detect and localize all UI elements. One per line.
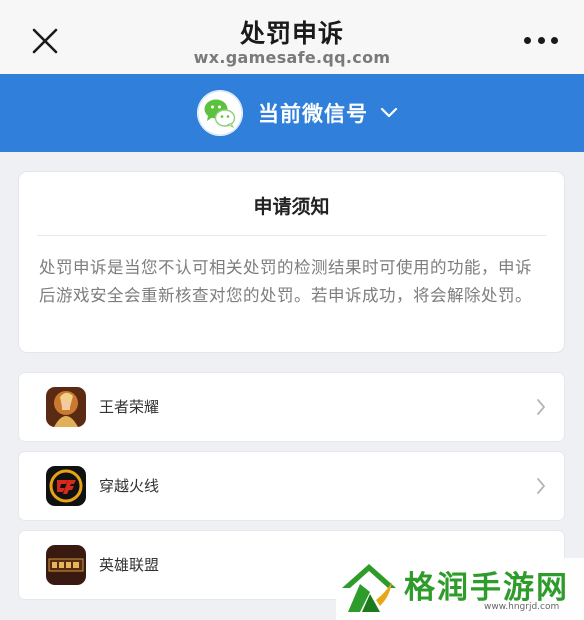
watermark-logo-icon [342, 564, 396, 612]
watermark-text: 格润手游网 [404, 570, 569, 606]
page-url: wx.gamesafe.qq.com [193, 48, 391, 67]
more-dot-icon [524, 36, 531, 44]
more-dot-icon [537, 36, 545, 44]
divider [37, 235, 546, 236]
league-of-legends-icon [46, 545, 86, 585]
wechat-icon [197, 90, 243, 136]
top-nav-bar: 处罚申诉 wx.gamesafe.qq.com [0, 0, 584, 74]
watermark: 格润手游网 www.hngrjd.com [336, 558, 584, 620]
account-label: 当前微信号 [258, 102, 368, 126]
game-name: 英雄联盟 [99, 556, 160, 574]
game-item-honor-of-kings[interactable]: 王者荣耀 [19, 373, 564, 441]
notice-body: 处罚申诉是当您不认可相关处罚的检测结果时可使用的功能，申诉后游戏安全会重新核查对… [39, 258, 532, 305]
account-selector[interactable]: 当前微信号 [197, 88, 398, 138]
chevron-down-icon [380, 107, 398, 118]
chevron-right-icon [537, 399, 545, 415]
watermark-url: www.hngrjd.com [484, 602, 560, 612]
notice-title: 申请须知 [253, 196, 330, 218]
notice-card: 申请须知 处罚申诉是当您不认可相关处罚的检测结果时可使用的功能，申诉后游戏安全会… [19, 172, 564, 352]
game-name: 王者荣耀 [99, 398, 160, 416]
game-name: 穿越火线 [99, 477, 160, 495]
account-selector-bar: 当前微信号 [0, 74, 584, 152]
game-item-crossfire[interactable]: 穿越火线 [19, 452, 564, 520]
chevron-right-icon [537, 478, 545, 494]
more-options-button[interactable] [524, 32, 558, 48]
honor-of-kings-icon [46, 387, 86, 427]
page-title: 处罚申诉 [239, 19, 344, 48]
crossfire-icon [46, 466, 86, 506]
more-dot-icon [551, 36, 558, 44]
